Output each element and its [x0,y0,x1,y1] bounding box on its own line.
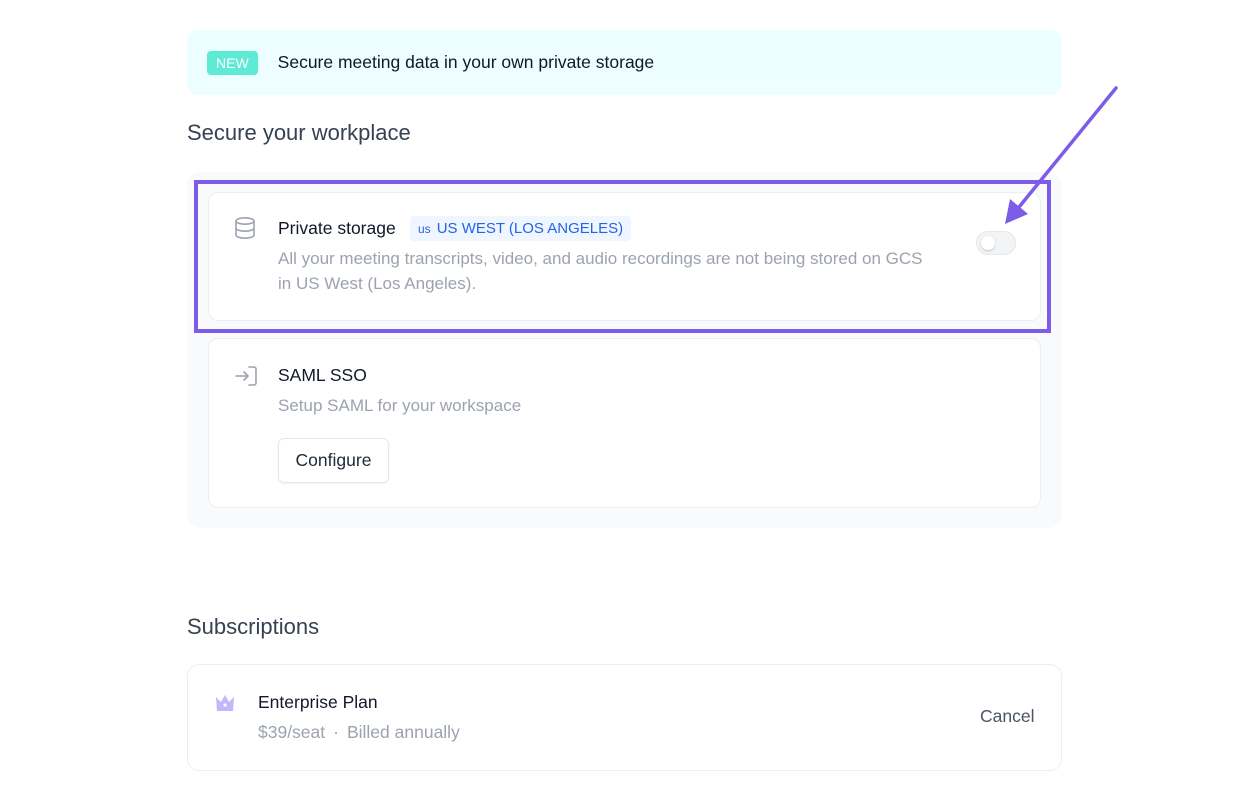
private-storage-toggle[interactable] [976,231,1016,255]
private-storage-title: Private storage [278,218,396,238]
subscriptions-section-title: Subscriptions [187,614,320,639]
plan-name: Enterprise Plan [258,692,378,712]
region-label: US WEST (LOS ANGELES) [436,220,624,237]
crown-icon [215,694,235,717]
plan-details: $39/seat · Billed annually [258,722,460,743]
region-code: us [418,221,431,236]
subscription-card [187,664,1062,771]
saml-sso-title: SAML SSO [278,365,367,385]
toggle-knob [981,236,995,250]
separator-dot: · [333,722,339,742]
database-icon [234,216,256,245]
private-storage-description: All your meeting transcripts, video, and… [278,249,923,293]
info-banner: NEW Secure meeting data in your own priv… [187,30,1062,95]
cancel-subscription-link[interactable]: Cancel [980,706,1034,727]
plan-price: $39/seat [258,722,326,742]
billing-cycle: Billed annually [346,722,460,742]
region-badge: us US WEST (LOS ANGELES) [410,216,632,241]
saml-sso-description: Setup SAML for your workspace [278,396,522,415]
configure-button[interactable]: Configure [278,438,389,483]
sign-in-icon [234,365,258,392]
banner-text: Secure meeting data in your own private … [277,52,655,72]
security-section-title: Secure your workplace [187,120,411,145]
new-badge: NEW [207,50,258,75]
